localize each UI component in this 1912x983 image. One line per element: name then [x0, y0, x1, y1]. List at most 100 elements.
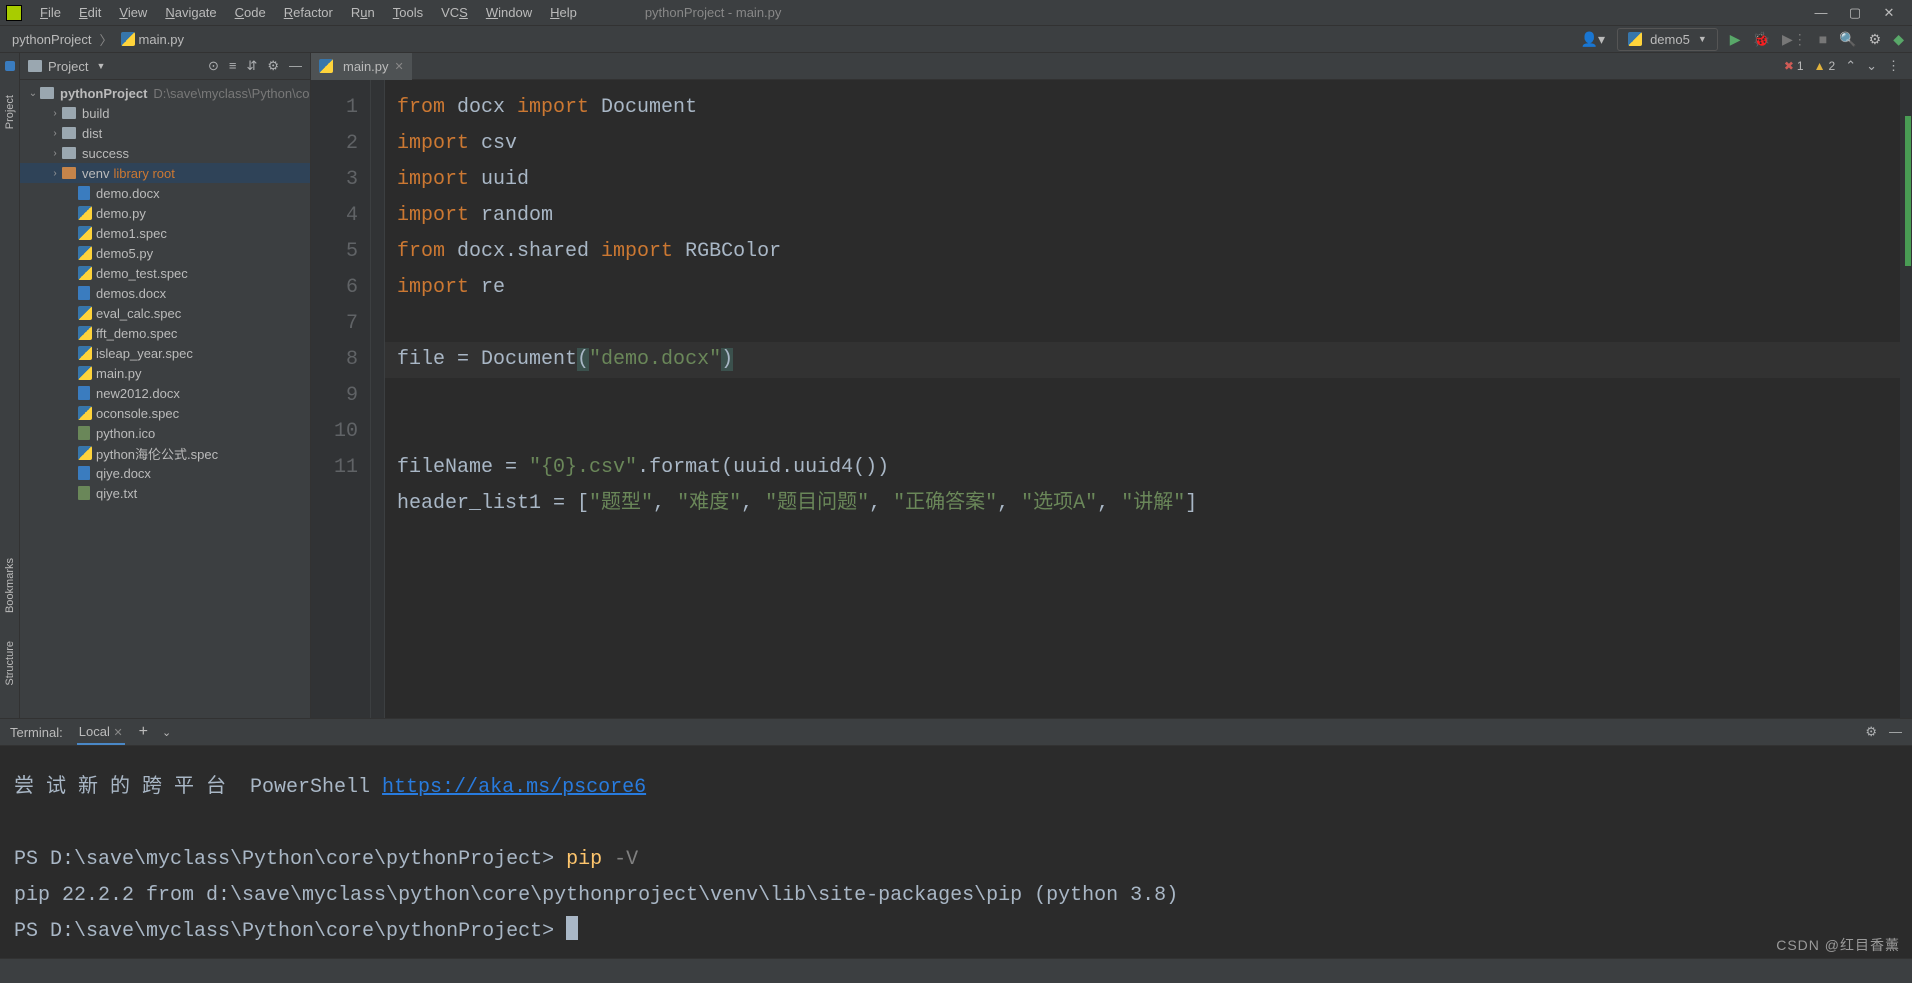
menu-tools[interactable]: Tools: [385, 2, 431, 23]
settings-icon[interactable]: ⚙: [1869, 31, 1882, 48]
file-icon: [78, 266, 92, 280]
file-icon: [78, 426, 90, 440]
window-title: pythonProject - main.py: [645, 5, 782, 20]
file-icon: [78, 466, 90, 480]
tree-file[interactable]: ›python.ico: [20, 423, 310, 443]
code-editor[interactable]: from docx import Document import csv imp…: [385, 80, 1900, 718]
inspection-stripe: [1900, 80, 1912, 718]
menu-edit[interactable]: Edit: [71, 2, 109, 23]
settings-icon[interactable]: ⚙: [267, 58, 279, 74]
folder-icon: [62, 147, 76, 159]
menu-navigate[interactable]: Navigate: [157, 2, 224, 23]
menu-code[interactable]: Code: [227, 2, 274, 23]
close-tab-icon[interactable]: ✕: [113, 727, 122, 739]
hide-terminal-icon[interactable]: —: [1889, 724, 1902, 740]
project-tool-icon[interactable]: [5, 61, 15, 71]
tree-file[interactable]: ›demo5.py: [20, 243, 310, 263]
run-config-selector[interactable]: demo5 ▼: [1617, 28, 1718, 51]
tree-file[interactable]: ›new2012.docx: [20, 383, 310, 403]
breadcrumb-file[interactable]: main.py: [117, 30, 189, 49]
menu-bar: File Edit View Navigate Code Refactor Ru…: [32, 2, 585, 23]
tree-root[interactable]: ⌄ pythonProject D:\save\myclass\Python\c…: [20, 83, 310, 103]
folder-icon: [62, 167, 76, 179]
tree-file[interactable]: ›demo.py: [20, 203, 310, 223]
terminal-body[interactable]: 尝 试 新 的 跨 平 台 PowerShell https://aka.ms/…: [0, 746, 1912, 958]
title-bar: File Edit View Navigate Code Refactor Ru…: [0, 0, 1912, 26]
tree-folder[interactable]: ›build: [20, 103, 310, 123]
python-icon: [1628, 32, 1642, 46]
python-file-icon: [121, 32, 135, 46]
chevron-up-icon[interactable]: ⌃: [1845, 58, 1856, 74]
user-icon[interactable]: 👤▾: [1581, 31, 1605, 48]
tree-file[interactable]: ›fft_demo.spec: [20, 323, 310, 343]
menu-help[interactable]: Help: [542, 2, 585, 23]
search-icon[interactable]: 🔍: [1839, 31, 1856, 48]
file-icon: [78, 286, 90, 300]
warning-count[interactable]: ▲2: [1814, 59, 1836, 73]
bookmarks-tool-label[interactable]: Bookmarks: [4, 554, 16, 617]
line-gutter: 1234567891011: [311, 80, 371, 718]
menu-run[interactable]: Run: [343, 2, 383, 23]
project-panel-header: Project ▼ ⊙ ≡ ⇵ ⚙ —: [20, 53, 310, 80]
new-terminal-button[interactable]: +: [139, 723, 148, 741]
fold-gutter: [371, 80, 385, 718]
minimize-button[interactable]: —: [1814, 6, 1828, 20]
file-icon: [78, 186, 90, 200]
tree-file[interactable]: ›isleap_year.spec: [20, 343, 310, 363]
menu-vcs[interactable]: VCS: [433, 2, 476, 23]
tree-file[interactable]: ›demo_test.spec: [20, 263, 310, 283]
error-count[interactable]: ✖1: [1784, 59, 1804, 73]
menu-view[interactable]: View: [111, 2, 155, 23]
chevron-down-icon[interactable]: ⌄: [1866, 58, 1877, 74]
terminal-tab[interactable]: Local ✕: [77, 720, 125, 745]
chevron-down-icon[interactable]: ⌄: [162, 726, 171, 739]
close-button[interactable]: ✕: [1882, 6, 1896, 20]
editor-area: main.py ✕ ✖1 ▲2 ⌃ ⌄ ⋮ 1234567891011 from…: [311, 53, 1912, 718]
tree-folder[interactable]: ›dist: [20, 123, 310, 143]
tree-file[interactable]: ›python海伦公式.spec: [20, 443, 310, 463]
select-opened-file-icon[interactable]: ⊙: [208, 58, 219, 74]
tree-file[interactable]: ›main.py: [20, 363, 310, 383]
breadcrumb-project[interactable]: pythonProject: [8, 30, 96, 49]
tree-file[interactable]: ›demo1.spec: [20, 223, 310, 243]
structure-tool-label[interactable]: Structure: [4, 637, 16, 690]
tree-file[interactable]: ›demo.docx: [20, 183, 310, 203]
chevron-down-icon[interactable]: ▼: [96, 61, 105, 71]
collapse-all-icon[interactable]: ⇵: [246, 58, 257, 74]
folder-icon: [62, 127, 76, 139]
tree-file[interactable]: ›qiye.docx: [20, 463, 310, 483]
stop-button[interactable]: ■: [1819, 31, 1827, 47]
project-panel-title: Project: [48, 59, 88, 74]
editor-tab-bar: main.py ✕ ✖1 ▲2 ⌃ ⌄ ⋮: [311, 53, 1912, 80]
debug-button[interactable]: 🐞: [1753, 31, 1770, 48]
tree-folder[interactable]: ›success: [20, 143, 310, 163]
terminal-settings-icon[interactable]: ⚙: [1865, 724, 1877, 740]
run-coverage-button[interactable]: ▶⋮: [1782, 31, 1807, 48]
more-icon[interactable]: ⋮: [1887, 58, 1900, 74]
hide-panel-icon[interactable]: —: [289, 58, 302, 74]
tree-file[interactable]: ›qiye.txt: [20, 483, 310, 503]
close-tab-icon[interactable]: ✕: [395, 60, 404, 73]
project-tree[interactable]: ⌄ pythonProject D:\save\myclass\Python\c…: [20, 80, 310, 718]
project-tool-label[interactable]: Project: [4, 91, 16, 133]
terminal-cursor: [566, 916, 578, 940]
tree-file[interactable]: ›oconsole.spec: [20, 403, 310, 423]
file-icon: [78, 406, 92, 420]
tree-file[interactable]: ›demos.docx: [20, 283, 310, 303]
code-with-me-icon[interactable]: ◆: [1893, 31, 1904, 48]
editor-tab[interactable]: main.py ✕: [311, 53, 412, 80]
menu-window[interactable]: Window: [478, 2, 540, 23]
menu-file[interactable]: File: [32, 2, 69, 23]
menu-refactor[interactable]: Refactor: [276, 2, 341, 23]
tree-folder-venv[interactable]: ›venvlibrary root: [20, 163, 310, 183]
run-button[interactable]: ▶: [1730, 31, 1741, 48]
maximize-button[interactable]: ▢: [1848, 6, 1862, 20]
terminal-link[interactable]: https://aka.ms/pscore6: [382, 776, 646, 799]
window-controls: — ▢ ✕: [1814, 6, 1906, 20]
status-bar: [0, 958, 1912, 983]
file-icon: [78, 366, 92, 380]
run-config-name: demo5: [1650, 32, 1690, 47]
tree-file[interactable]: ›eval_calc.spec: [20, 303, 310, 323]
terminal-panel: Terminal: Local ✕ + ⌄ ⚙ — 尝 试 新 的 跨 平 台 …: [0, 718, 1912, 958]
expand-all-icon[interactable]: ≡: [229, 58, 237, 74]
